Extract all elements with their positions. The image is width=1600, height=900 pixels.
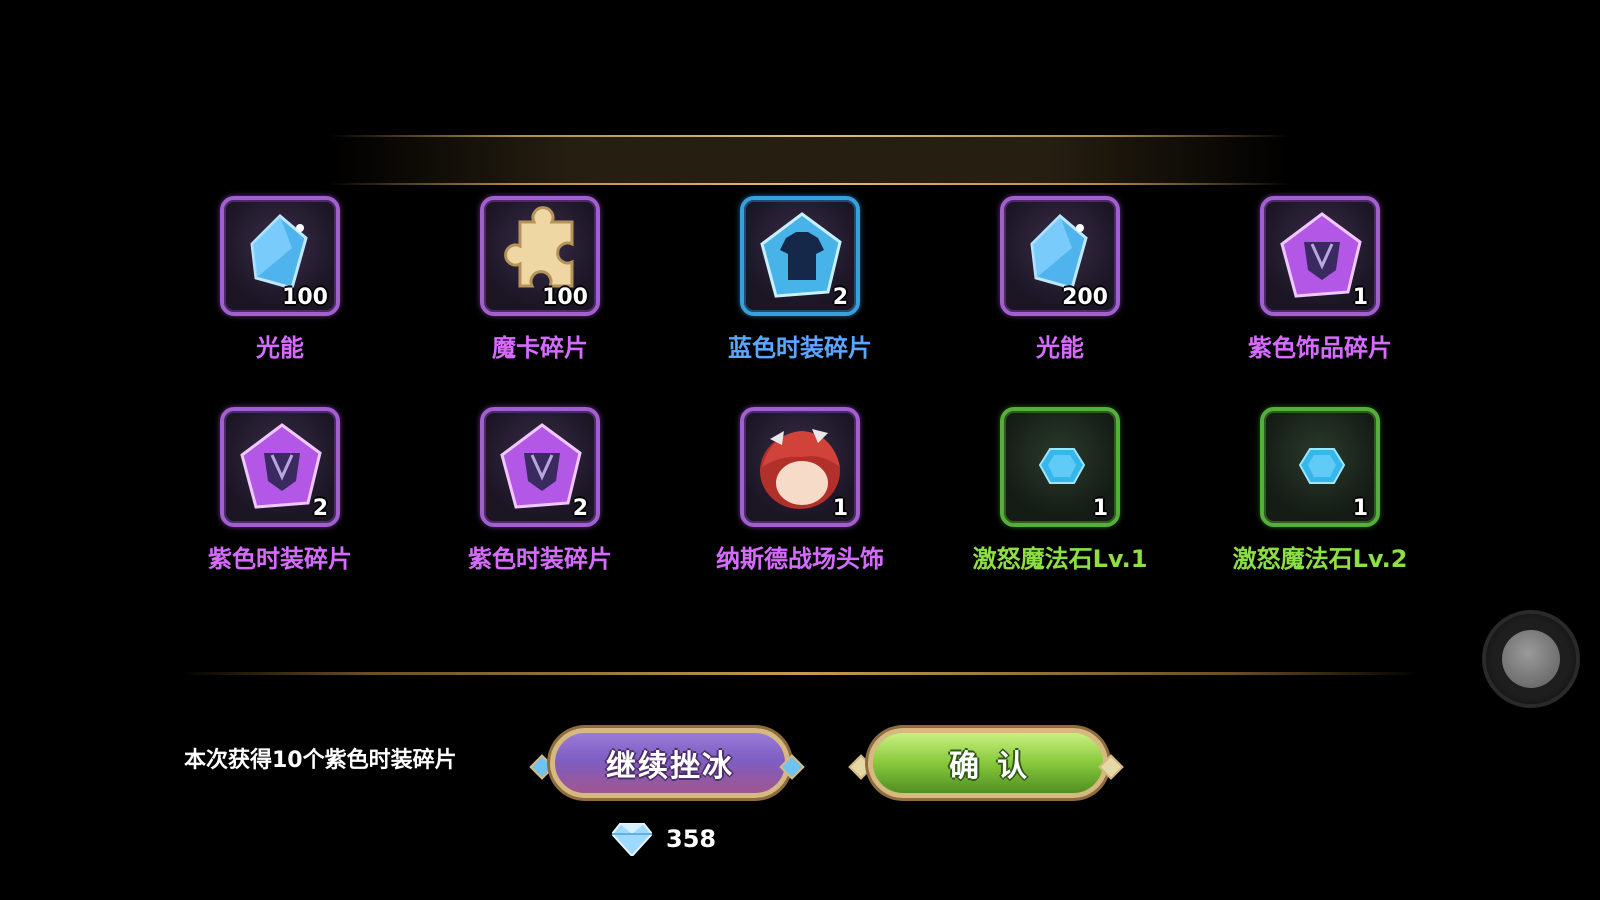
reward-count: 1 <box>1092 496 1108 521</box>
reward-name: 蓝色时装碎片 <box>728 334 872 362</box>
reward-row: 100 光能 100 魔卡碎片 2 蓝色时装碎片 200 光能 1 紫色饰品碎片 <box>180 196 1420 363</box>
confirm-button[interactable]: 确认 <box>868 728 1108 798</box>
reward-count: 2 <box>572 496 588 521</box>
reward-tile: 200 <box>1000 196 1120 316</box>
reward-name: 光能 <box>1036 334 1084 362</box>
reward-name: 紫色时装碎片 <box>208 545 352 573</box>
divider <box>180 672 1420 675</box>
reward-tile: 1 <box>1000 407 1120 527</box>
reward-count: 2 <box>312 496 328 521</box>
result-message: 本次获得10个紫色时装碎片 <box>184 748 457 773</box>
reward-item[interactable]: 2 紫色时装碎片 <box>180 407 380 574</box>
reward-item[interactable]: 1 激怒魔法石Lv.2 <box>1220 407 1420 574</box>
title-banner <box>330 135 1290 185</box>
reward-item[interactable]: 2 紫色时装碎片 <box>440 407 640 574</box>
diamond-cost: 358 <box>612 822 716 856</box>
reward-item[interactable]: 1 纳斯德战场头饰 <box>700 407 900 574</box>
reward-tile: 1 <box>740 407 860 527</box>
reward-item[interactable]: 2 蓝色时装碎片 <box>700 196 900 363</box>
reward-item[interactable]: 200 光能 <box>960 196 1160 363</box>
continue-button[interactable]: 继续挫冰 <box>550 728 790 798</box>
reward-item[interactable]: 100 光能 <box>180 196 380 363</box>
reward-tile: 1 <box>1260 196 1380 316</box>
reward-name: 纳斯德战场头饰 <box>716 545 884 573</box>
diamond-count: 358 <box>666 825 717 853</box>
reward-tile: 100 <box>220 196 340 316</box>
reward-grid: 100 光能 100 魔卡碎片 2 蓝色时装碎片 200 光能 1 紫色饰品碎片… <box>180 196 1420 618</box>
reward-count: 100 <box>282 285 328 310</box>
reward-tile: 2 <box>220 407 340 527</box>
reward-tile: 2 <box>740 196 860 316</box>
diamond-icon <box>612 823 652 856</box>
reward-name: 紫色时装碎片 <box>468 545 612 573</box>
reward-item[interactable]: 1 激怒魔法石Lv.1 <box>960 407 1160 574</box>
reward-tile: 2 <box>480 407 600 527</box>
reward-count: 1 <box>1352 496 1368 521</box>
reward-count: 1 <box>1352 285 1368 310</box>
reward-count: 2 <box>832 285 848 310</box>
reward-row: 2 紫色时装碎片 2 紫色时装碎片 1 纳斯德战场头饰 1 激怒魔法石Lv.1 … <box>180 407 1420 574</box>
reward-item[interactable]: 1 紫色饰品碎片 <box>1220 196 1420 363</box>
reward-count: 1 <box>832 496 848 521</box>
reward-count: 200 <box>1062 285 1108 310</box>
reward-count: 100 <box>542 285 588 310</box>
reward-tile: 100 <box>480 196 600 316</box>
floating-assist-button[interactable] <box>1486 614 1576 704</box>
reward-name: 魔卡碎片 <box>492 334 588 362</box>
reward-name: 激怒魔法石Lv.1 <box>972 545 1148 573</box>
reward-tile: 1 <box>1260 407 1380 527</box>
reward-name: 紫色饰品碎片 <box>1248 334 1392 362</box>
reward-name: 光能 <box>256 334 304 362</box>
reward-item[interactable]: 100 魔卡碎片 <box>440 196 640 363</box>
reward-name: 激怒魔法石Lv.2 <box>1232 545 1408 573</box>
